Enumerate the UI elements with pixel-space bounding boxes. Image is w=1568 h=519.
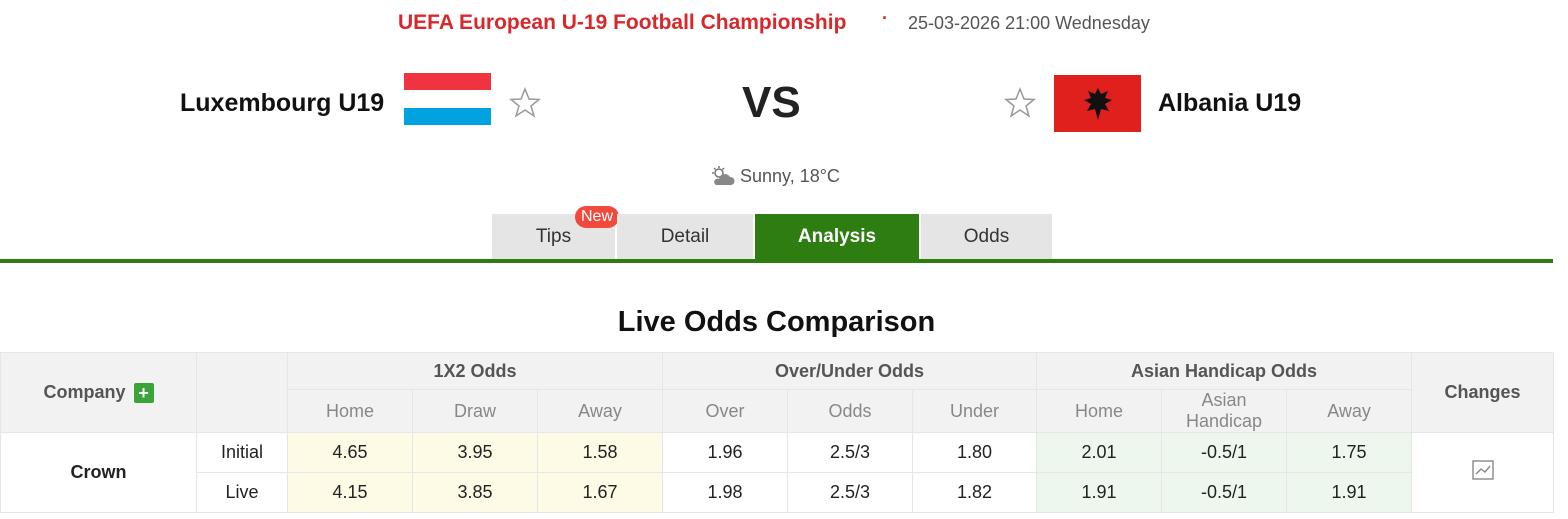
tab-tips[interactable]: Tips New bbox=[492, 206, 619, 260]
albania-flag-icon bbox=[1054, 75, 1141, 132]
odds-cell: 3.95 bbox=[412, 432, 538, 473]
home-team-name[interactable]: Luxembourg U19 bbox=[180, 89, 384, 118]
odds-cell: 1.80 bbox=[912, 432, 1038, 473]
chart-icon[interactable] bbox=[1471, 460, 1494, 480]
tab-detail[interactable]: Detail bbox=[617, 214, 753, 260]
tab-underline bbox=[0, 259, 1553, 263]
favorite-star-icon[interactable] bbox=[1004, 87, 1036, 119]
company-header-label: Company bbox=[43, 381, 126, 402]
subheader-over: Over bbox=[662, 389, 789, 433]
company-header: Company + bbox=[0, 352, 197, 433]
group-header-over-under: Over/Under Odds bbox=[662, 352, 1038, 390]
favorite-star-icon[interactable] bbox=[509, 87, 541, 119]
tab-label: Tips bbox=[535, 226, 572, 247]
match-tabs: Tips New Detail Analysis Odds bbox=[492, 206, 1054, 260]
changes-header: Changes bbox=[1411, 352, 1555, 433]
match-header: UEFA European U-19 Football Championship… bbox=[0, 8, 1568, 38]
weather-icon bbox=[712, 166, 735, 185]
odds-cell: 4.65 bbox=[287, 432, 413, 473]
odds-cell: 2.5/3 bbox=[787, 432, 914, 473]
plus-icon[interactable]: + bbox=[133, 383, 154, 404]
odds-cell: 1.91 bbox=[1286, 472, 1413, 513]
tab-label: Analysis bbox=[797, 226, 877, 247]
vs-label: VS bbox=[742, 78, 801, 127]
match-datetime: 25-03-2026 21:00 Wednesday bbox=[908, 13, 1150, 33]
league-title[interactable]: UEFA European U-19 Football Championship bbox=[398, 11, 846, 35]
odds-cell: 2.5/3 bbox=[787, 472, 914, 513]
odds-cell: 4.15 bbox=[287, 472, 413, 513]
odds-cell: -0.5/1 bbox=[1161, 432, 1288, 473]
section-title: Live Odds Comparison bbox=[617, 306, 936, 338]
subheader-asian-handicap: Asian Handicap bbox=[1161, 389, 1288, 433]
odds-cell: 1.58 bbox=[536, 432, 664, 473]
separator-dot: · bbox=[882, 8, 888, 28]
weather-info: Sunny, 18°C bbox=[710, 165, 840, 187]
weather-text: Sunny, 18°C bbox=[740, 165, 840, 186]
subheader-under: Under bbox=[912, 389, 1038, 433]
table-row: Live 4.15 3.85 1.67 1.98 2.5/3 1.82 1.91… bbox=[1, 472, 1554, 513]
odds-comparison-table: Company + 1X2 Odds Over/Under Odds Asian … bbox=[0, 352, 1555, 513]
tab-analysis[interactable]: Analysis bbox=[755, 214, 919, 260]
row-label: Live bbox=[196, 472, 288, 513]
row-type-header bbox=[196, 352, 288, 433]
subheader-draw: Draw bbox=[412, 389, 538, 433]
tab-label: Odds bbox=[963, 226, 1010, 247]
away-team-name[interactable]: Albania U19 bbox=[1158, 89, 1301, 118]
odds-cell: 1.96 bbox=[662, 432, 789, 473]
group-header-asian-handicap: Asian Handicap Odds bbox=[1036, 352, 1413, 390]
row-label: Initial bbox=[196, 432, 288, 473]
subheader-home: Home bbox=[287, 389, 413, 433]
company-name[interactable]: Crown bbox=[0, 432, 197, 513]
subheader-ah-home: Home bbox=[1036, 389, 1163, 433]
odds-cell: 3.85 bbox=[412, 472, 538, 513]
odds-cell: 1.82 bbox=[912, 472, 1038, 513]
new-badge: New bbox=[574, 206, 619, 228]
subheader-away: Away bbox=[536, 389, 664, 433]
subheader-odds: Odds bbox=[787, 389, 914, 433]
group-header-1x2: 1X2 Odds bbox=[286, 352, 664, 390]
luxembourg-flag-icon bbox=[404, 73, 491, 125]
odds-cell: 1.91 bbox=[1036, 472, 1163, 513]
subheader-ah-away: Away bbox=[1286, 389, 1413, 433]
tab-label: Detail bbox=[660, 226, 710, 247]
changes-cell bbox=[1411, 432, 1555, 513]
odds-cell: -0.5/1 bbox=[1161, 472, 1288, 513]
tab-odds[interactable]: Odds bbox=[921, 214, 1052, 260]
odds-cell: 1.75 bbox=[1286, 432, 1413, 473]
odds-cell: 1.67 bbox=[536, 472, 664, 513]
odds-cell: 1.98 bbox=[662, 472, 789, 513]
odds-cell: 2.01 bbox=[1036, 432, 1163, 473]
table-row: Crown Initial 4.65 3.95 1.58 1.96 2.5/3 … bbox=[0, 432, 1555, 513]
